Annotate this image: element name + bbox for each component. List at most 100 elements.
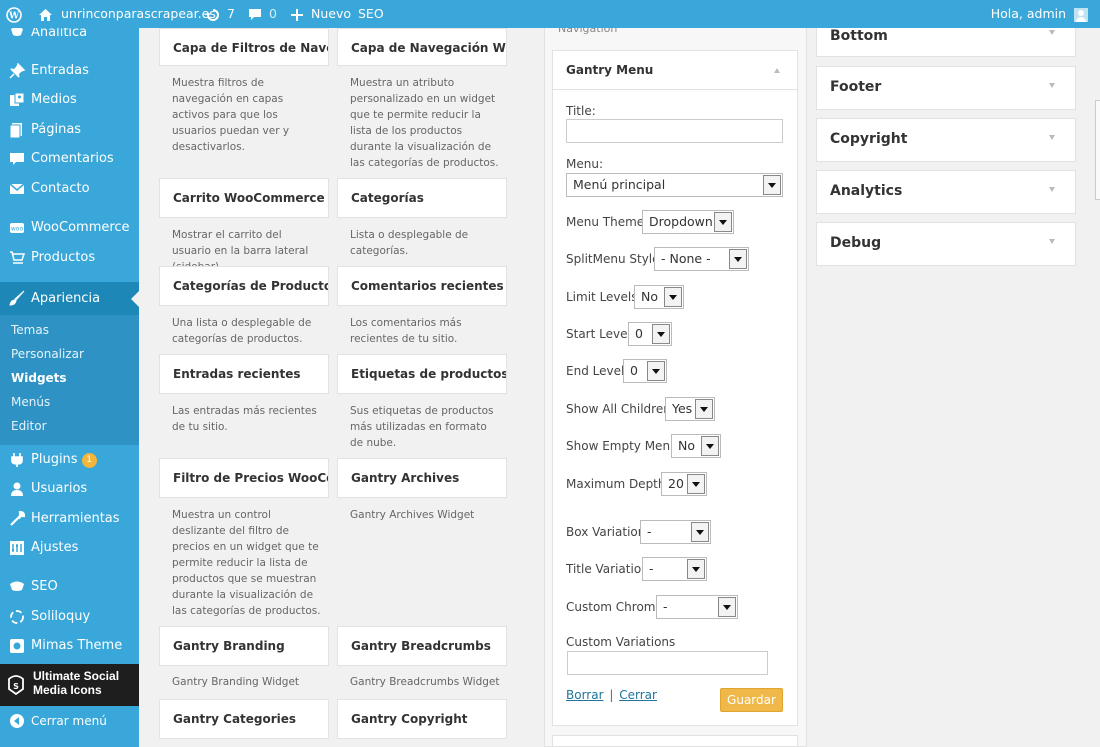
submenu-editor[interactable]: Editor [11,416,47,436]
mail-icon [9,183,25,194]
sidebar-area-debug[interactable]: Debug [816,222,1076,266]
show-all-children-select[interactable]: Yes [665,397,715,421]
widget-title: Gantry Menu [566,63,654,77]
start-level-select[interactable]: 0 [628,322,672,346]
widget-description: Gantry Breadcrumbs Widget [350,676,500,688]
wordpress-logo-icon[interactable]: W [6,0,22,28]
sidebar-area-footer[interactable]: Footer [816,66,1076,110]
site-name-link[interactable]: unrinconparascrapear.es [38,0,216,28]
gantry-menu-widget: Gantry Menu [552,50,798,726]
collapse-menu-button[interactable]: Cerrar menú [0,706,139,736]
widget-gantry-archives[interactable]: Gantry Archives [337,458,507,498]
show-empty-menu-select[interactable]: No [671,434,721,458]
site-name: unrinconparascrapear.es [60,6,216,21]
menu-theme-label: Menu Theme: [566,215,649,229]
box-variation-select[interactable]: - [640,520,711,544]
custom-chrome-select[interactable]: - [656,595,738,619]
collapse-up-icon[interactable] [774,68,780,73]
widget-etiquetas-productos[interactable]: Etiquetas de productos ... [337,354,507,394]
close-link[interactable]: Cerrar [619,688,657,702]
submenu-temas[interactable]: Temas [11,320,49,340]
chevron-down-icon [714,212,732,232]
new-label: Nuevo [310,6,351,21]
users-icon [11,482,23,496]
scrollbar-edge[interactable] [1095,100,1100,200]
title-label: Title: [566,104,596,118]
widget-filtro-precios[interactable]: Filtro de Precios WooCo... [159,458,329,498]
limit-levels-select[interactable]: No [634,285,684,309]
updates-link[interactable]: 7 [205,0,235,28]
cart-icon [10,251,25,264]
updates-count: 7 [226,6,235,21]
selected-value: No [678,438,695,453]
widget-gantry-copyright[interactable]: Gantry Copyright [337,699,507,739]
submenu-widgets[interactable]: Widgets [11,368,67,388]
sidebar-item-paginas[interactable]: Páginas [0,115,139,145]
sidebar-item-label: Soliloquy [31,609,91,624]
selected-value: 0 [630,363,638,378]
widget-categorias[interactable]: Categorías [337,178,507,218]
delete-link[interactable]: Borrar [566,688,604,702]
svg-text:woo: woo [11,226,24,233]
widget-comentarios-recientes[interactable]: Comentarios recientes [337,266,507,306]
sidebar-item-ajustes[interactable]: Ajustes [0,533,139,563]
custom-variations-input[interactable] [567,651,768,675]
chevron-down-icon [1049,135,1055,140]
sidebar-item-mimas-theme[interactable]: Mimas Theme [0,631,139,661]
sidebar-item-comentarios[interactable]: Comentarios [0,144,139,174]
save-button[interactable]: Guardar [720,688,783,712]
submenu-personalizar[interactable]: Personalizar [11,344,84,364]
selected-value: - [649,561,654,576]
sidebar-item-label: Medios [31,92,77,107]
gantry-menu-header[interactable]: Gantry Menu [553,51,797,90]
widget-carrito[interactable]: Carrito WooCommerce [159,178,329,218]
selected-value: - [663,599,668,614]
sidebar-area-analytics[interactable]: Analytics [816,170,1076,214]
selected-value: - [647,524,652,539]
chevron-down-icon [729,249,747,269]
sidebar-item-herramientas[interactable]: Herramientas [0,504,139,534]
widget-categorias-productos[interactable]: Categorías de Productos... [159,266,329,306]
social-media-icon: S [8,675,24,695]
sidebar-item-productos[interactable]: Productos [0,243,139,273]
sidebar-item-apariencia[interactable]: Apariencia [0,282,139,315]
show-empty-menu-label: Show Empty Menu: [566,439,682,453]
widget-gantry-categories[interactable]: Gantry Categories [159,699,329,739]
widget-entradas-recientes[interactable]: Entradas recientes [159,354,329,394]
sidebar-item-entradas[interactable]: Entradas [0,56,139,86]
sidebar-item-label: SEO [31,579,58,594]
sidebar-item-plugins[interactable]: Plugins 1 [0,445,139,475]
title-variation-select[interactable]: - [642,557,707,581]
sidebar-item-contacto[interactable]: Contacto [0,174,139,204]
title-input[interactable] [566,119,783,143]
submenu-menus[interactable]: Menús [11,392,50,412]
end-level-select[interactable]: 0 [623,359,667,383]
chevron-down-icon [1049,187,1055,192]
comments-count: 0 [268,6,277,21]
sidebar-item-soliloquy[interactable]: Soliloquy [0,602,139,632]
sidebar-item-woocommerce[interactable]: woo WooCommerce [0,213,139,243]
menu-theme-select[interactable]: Dropdown [642,210,734,234]
widget-capa-navegacion[interactable]: Capa de Navegación Wo... [337,28,507,66]
new-content-link[interactable]: Nuevo [291,0,351,28]
soliloquy-icon [10,610,24,624]
chevron-down-icon [687,474,705,494]
sidebar-item-label-line2: Media Icons [33,683,102,697]
splitmenu-style-select[interactable]: - None - [654,247,749,271]
widget-capa-filtros[interactable]: Capa de Filtros de Nave... [159,28,329,66]
comments-link[interactable]: 0 [248,0,277,28]
menu-select[interactable]: Menú principal [566,173,783,197]
sidebar-item-analitica[interactable]: Analítica [0,28,139,48]
next-widget-stub [552,735,798,747]
sidebar-item-ultimate-social-media-icons[interactable]: S Ultimate Social Media Icons [0,664,139,706]
max-depth-select[interactable]: 20 [661,472,707,496]
end-level-label: End Level: [566,364,629,378]
sidebar-area-copyright[interactable]: Copyright [816,118,1076,162]
seo-link[interactable]: SEO [358,0,384,28]
sidebar-item-medios[interactable]: Medios [0,85,139,115]
account-menu[interactable]: Hola, admin [991,0,1088,28]
sidebar-item-seo[interactable]: SEO [0,572,139,602]
widget-gantry-branding[interactable]: Gantry Branding [159,626,329,666]
widget-gantry-breadcrumbs[interactable]: Gantry Breadcrumbs [337,626,507,666]
sidebar-item-usuarios[interactable]: Usuarios [0,474,139,504]
